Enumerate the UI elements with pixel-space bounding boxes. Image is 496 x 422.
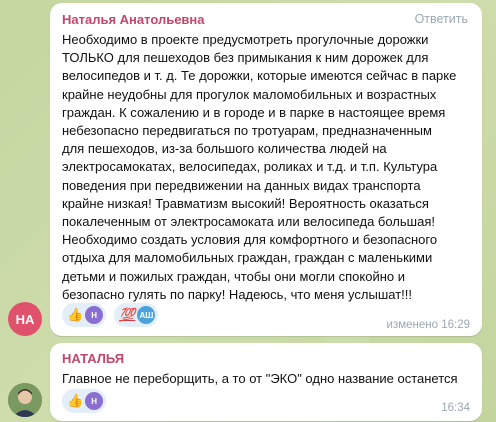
reactor-avatar: АШ <box>137 306 156 324</box>
profile-photo-icon <box>8 383 42 417</box>
message-text: Главное не переборщить, а то от "ЭКО" од… <box>62 371 458 386</box>
reactor-avatar: Н <box>85 392 104 410</box>
reactions-bar: 👍 Н 💯 АШ <box>62 303 159 327</box>
message-author[interactable]: НАТАЛЬЯ <box>62 351 124 366</box>
message-timestamp: изменено 16:29 <box>386 319 470 331</box>
reaction-thumbs-up[interactable]: 👍 Н <box>62 303 107 327</box>
message-timestamp: 16:34 <box>441 402 470 414</box>
avatar[interactable]: НА <box>8 302 42 336</box>
thumbs-up-icon: 👍 <box>67 307 84 322</box>
hundred-points-icon: 💯 <box>119 307 136 322</box>
reaction-thumbs-up[interactable]: 👍 Н <box>62 389 107 413</box>
message-bubble[interactable]: Наталья Анатольевна Ответить Необходимо … <box>50 3 482 336</box>
message-author[interactable]: Наталья Анатольевна <box>62 12 205 27</box>
thumbs-up-icon: 👍 <box>67 393 84 408</box>
avatar[interactable] <box>8 383 42 417</box>
reaction-hundred[interactable]: 💯 АШ <box>114 303 159 327</box>
message-bubble[interactable]: НАТАЛЬЯ Главное не переборщить, а то от … <box>50 343 482 421</box>
reactions-bar: 👍 Н <box>62 389 107 413</box>
message-text: Необходимо в проекте предусмотреть прогу… <box>62 32 457 302</box>
reactor-avatar: Н <box>85 306 104 324</box>
reply-button[interactable]: Ответить <box>415 12 468 26</box>
